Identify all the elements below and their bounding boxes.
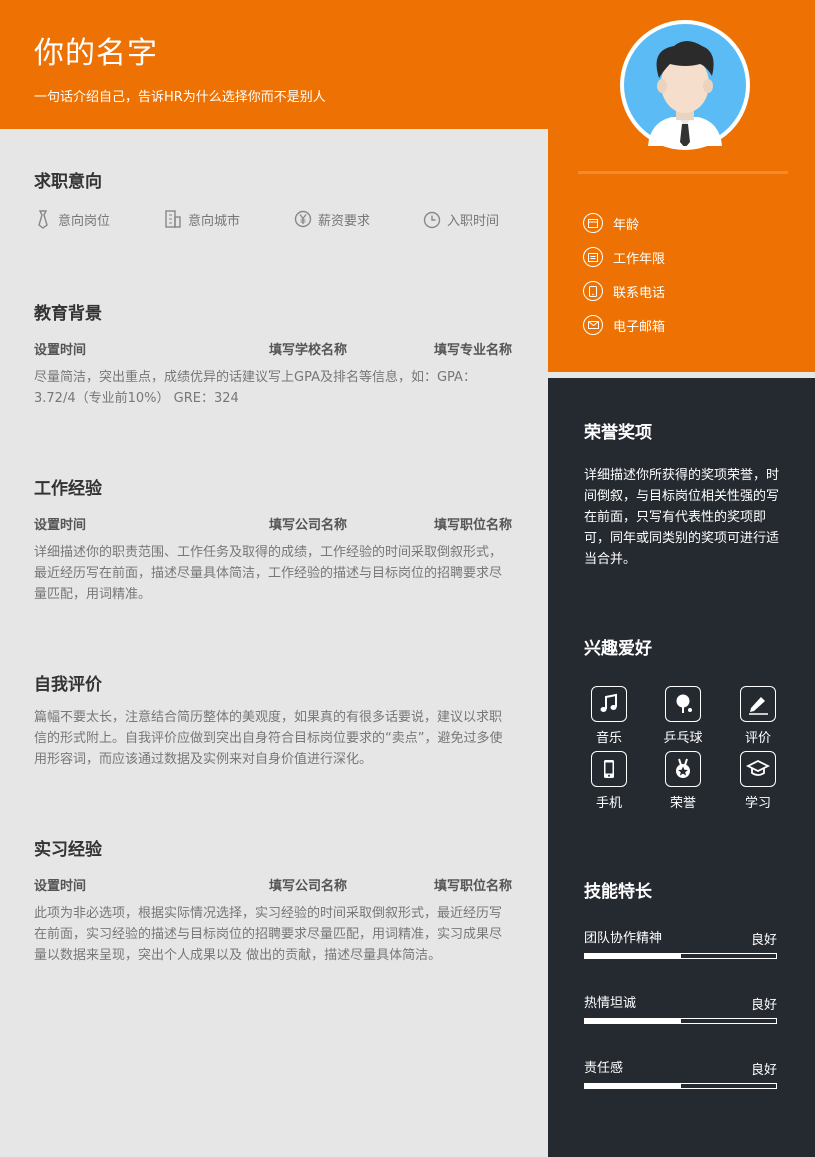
self-eval-description: 篇幅不要太长，注意结合简历整体的美观度，如果真的有很多话要说，建议以求职信的形式… <box>34 710 503 767</box>
skill-name: 热情坦诚 <box>584 996 637 1011</box>
internship-description: 此项为非必选项，根据实际情况选择，实习经验的时间采取倒叙形式，最近经历写在前面，… <box>34 906 503 963</box>
sidebar-divider <box>578 171 788 174</box>
resume-name: 你的名字 <box>34 36 158 71</box>
hobby-item-review: 评价 <box>733 686 783 746</box>
intent-label: 薪资要求 <box>318 213 371 229</box>
hobby-label: 荣誉 <box>669 796 696 811</box>
skill-bar <box>584 1018 777 1024</box>
hobby-item-ping-pong: 乒乓球 <box>658 686 708 746</box>
skill-bar-fill <box>585 1084 681 1088</box>
skill-level: 良好 <box>750 998 777 1013</box>
info-item-age: 年龄 <box>583 206 665 240</box>
education-major: 填写专业名称 <box>433 343 512 358</box>
skill-level: 良好 <box>750 933 777 948</box>
internship-company: 填写公司名称 <box>269 879 348 894</box>
work-position: 填写职位名称 <box>433 518 512 533</box>
skill-bar-fill <box>585 1019 681 1023</box>
intent-item-position: 意向岗位 <box>34 209 110 229</box>
resume-tagline: 一句话介绍自己，告诉HR为什么选择你而不是别人 <box>34 90 326 105</box>
job-intent-row: 意向岗位 意向城市 薪资要求 入职时间 <box>34 209 534 231</box>
music-icon <box>600 693 617 712</box>
section-title-honors: 荣誉奖项 <box>584 423 652 443</box>
yen-icon <box>294 210 312 228</box>
intent-item-city: 意向城市 <box>164 209 240 229</box>
honors-description: 详细描述你所获得的奖项荣誉，时间倒叙，与目标岗位相关性强的写在前面，只写有代表性… <box>584 468 780 567</box>
info-label: 联系电话 <box>613 285 666 301</box>
hobby-item-honor: 荣誉 <box>658 751 708 811</box>
avatar-illustration <box>624 24 746 146</box>
intent-label: 意向岗位 <box>58 213 111 229</box>
mobile-icon <box>604 760 614 778</box>
skill-bar-fill <box>585 954 681 958</box>
work-company: 填写公司名称 <box>269 518 348 533</box>
section-title-skills: 技能特长 <box>584 882 652 902</box>
intent-label: 意向城市 <box>188 213 241 229</box>
education-row: 设置时间 填写学校名称 填写专业名称 <box>34 339 512 358</box>
internship-position: 填写职位名称 <box>433 879 512 894</box>
education-description: 尽量简洁，突出重点，成绩优异的话建议写上GPA及排名等信息，如：GPA：3.72… <box>34 370 476 406</box>
education-school: 填写学校名称 <box>269 343 348 358</box>
internship-row: 设置时间 填写公司名称 填写职位名称 <box>34 875 512 894</box>
section-title-internship: 实习经验 <box>34 840 102 860</box>
building-icon <box>165 210 181 228</box>
education-time: 设置时间 <box>34 343 87 358</box>
info-item-email: 电子邮箱 <box>583 308 665 342</box>
skill-name: 责任感 <box>584 1061 624 1076</box>
briefcase-calendar-icon <box>583 247 603 267</box>
clock-icon <box>423 211 441 229</box>
hobby-label: 手机 <box>595 796 622 811</box>
work-time: 设置时间 <box>34 518 87 533</box>
hobby-label: 学习 <box>744 796 771 811</box>
work-description: 详细描述你的职责范围、工作任务及取得的成绩，工作经验的时间采取倒叙形式，最近经历… <box>34 545 503 602</box>
intent-item-salary: 薪资要求 <box>294 209 370 229</box>
section-title-education: 教育背景 <box>34 304 102 324</box>
mail-icon <box>583 315 603 335</box>
info-label: 年龄 <box>613 217 640 233</box>
phone-icon <box>583 281 603 301</box>
info-label: 电子邮箱 <box>613 319 666 335</box>
section-title-work: 工作经验 <box>34 479 102 499</box>
skill-bar <box>584 1083 777 1089</box>
work-row: 设置时间 填写公司名称 填写职位名称 <box>34 514 512 533</box>
section-title-self-eval: 自我评价 <box>34 675 102 695</box>
avatar <box>620 20 750 150</box>
internship-time: 设置时间 <box>34 879 87 894</box>
hobby-label: 评价 <box>744 731 771 746</box>
hobby-item-mobile: 手机 <box>584 751 634 811</box>
section-title-job-intent: 求职意向 <box>34 172 102 192</box>
pen-icon <box>749 697 768 715</box>
basic-info-list: 年龄 工作年限 联系电话 电子邮箱 <box>583 206 665 342</box>
info-label: 工作年限 <box>613 251 666 267</box>
info-item-phone: 联系电话 <box>583 274 665 308</box>
skill-name: 团队协作精神 <box>584 931 663 946</box>
graduation-cap-icon <box>746 759 770 776</box>
info-item-work-years: 工作年限 <box>583 240 665 274</box>
skill-bar <box>584 953 777 959</box>
hobby-label: 音乐 <box>595 731 622 746</box>
ping-pong-icon <box>676 694 692 713</box>
hobby-label: 乒乓球 <box>663 731 703 746</box>
hobby-item-music: 音乐 <box>584 686 634 746</box>
main-content-panel <box>0 129 548 1157</box>
skill-level: 良好 <box>750 1063 777 1078</box>
tie-icon <box>38 210 48 229</box>
hobby-item-study: 学习 <box>733 751 783 811</box>
section-title-hobbies: 兴趣爱好 <box>584 639 652 659</box>
intent-item-start-date: 入职时间 <box>423 209 499 229</box>
calendar-icon <box>583 213 603 233</box>
intent-label: 入职时间 <box>447 213 500 229</box>
medal-icon <box>676 758 690 778</box>
